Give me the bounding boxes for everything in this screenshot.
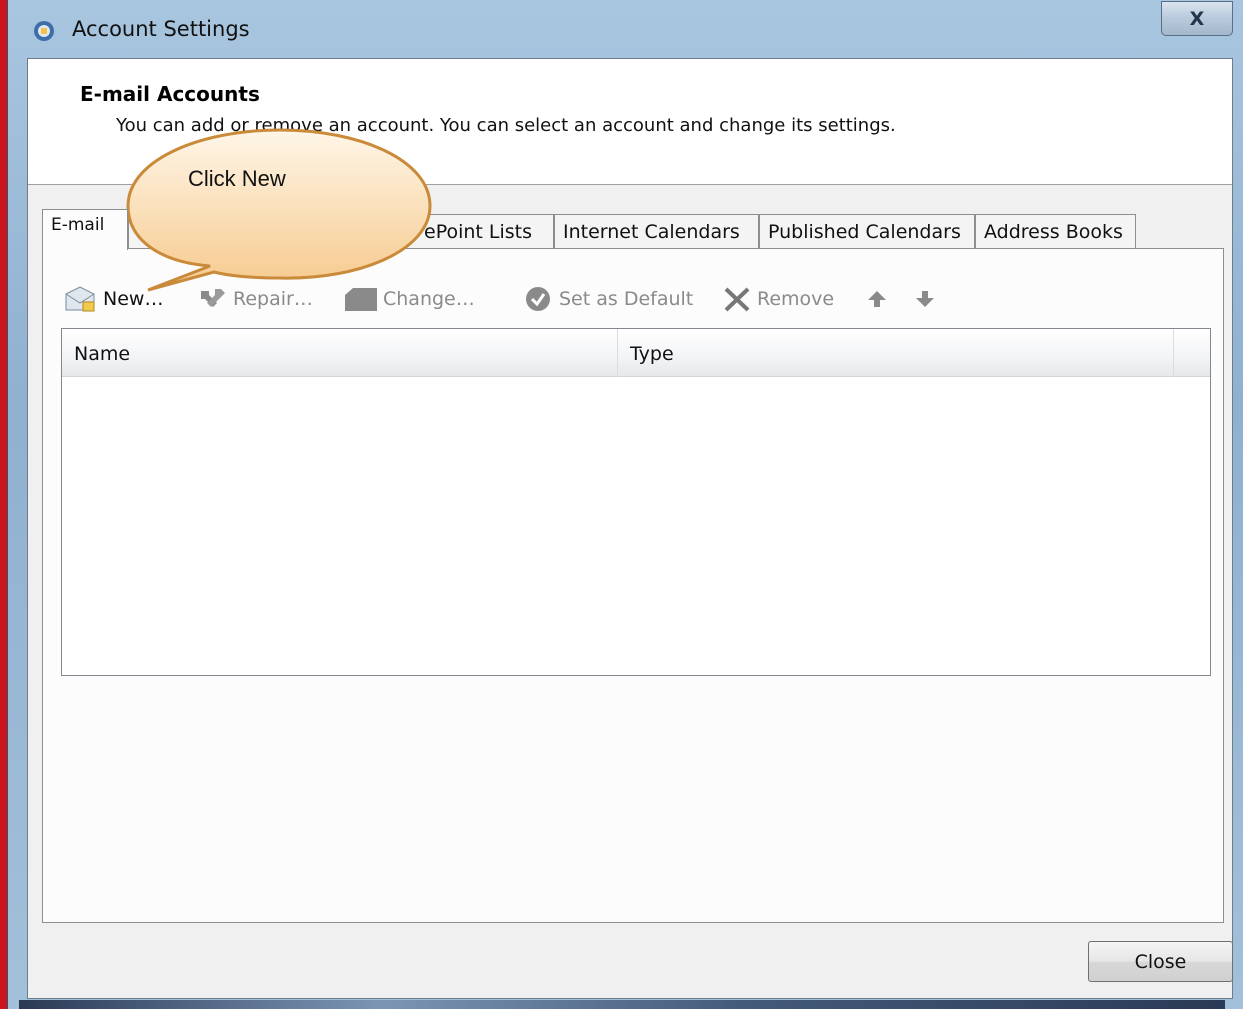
new-button[interactable]: New… (63, 279, 163, 319)
account-toolbar: New… Repair… Change… Set as Default Remo… (63, 279, 1063, 319)
repair-button[interactable]: Repair… (197, 279, 313, 319)
envelope-icon (65, 286, 95, 312)
column-header-type[interactable]: Type (618, 329, 1174, 377)
email-tab-panel: New… Repair… Change… Set as Default Remo… (42, 248, 1224, 923)
change-button-label: Change… (383, 288, 475, 310)
column-header-name[interactable]: Name (62, 329, 618, 377)
callout-text: Click New (188, 166, 286, 191)
close-button[interactable]: Close (1088, 941, 1233, 982)
tab-sharepoint-lists[interactable]: ePoint Lists (383, 214, 554, 249)
tools-icon (201, 289, 225, 307)
dialog-client: E-mail Accounts You can add or remove an… (27, 58, 1233, 999)
set-as-default-label: Set as Default (559, 288, 694, 310)
tab-internet-calendars[interactable]: Internet Calendars (554, 214, 759, 249)
move-up-button[interactable] (865, 279, 893, 319)
tab-data-files[interactable] (128, 214, 263, 249)
tab-email[interactable]: E-mail (42, 209, 128, 250)
taskbar-edge (19, 1000, 1225, 1009)
close-icon: X (1189, 7, 1205, 30)
outlook-app-icon (34, 21, 54, 41)
list-header: Name Type (62, 329, 1210, 377)
remove-button-label: Remove (757, 288, 835, 310)
tab-rss-feeds[interactable] (263, 214, 383, 249)
x-icon (724, 287, 750, 312)
change-button[interactable]: Change… (343, 279, 475, 319)
move-down-button[interactable] (913, 279, 941, 319)
title-bar[interactable]: Account Settings X (8, 0, 1243, 58)
arrow-down-icon (916, 291, 934, 307)
window-close-button[interactable]: X (1161, 1, 1233, 36)
window-title: Account Settings (72, 17, 250, 41)
repair-button-label: Repair… (233, 288, 313, 310)
card-icon (345, 288, 377, 311)
remove-button[interactable]: Remove (721, 279, 834, 319)
section-title: E-mail Accounts (80, 82, 260, 106)
window-frame: Account Settings X E-mail Accounts You c… (7, 0, 1243, 1009)
arrow-up-icon (868, 291, 886, 307)
set-as-default-button[interactable]: Set as Default (523, 279, 693, 319)
accounts-list[interactable]: Name Type (61, 328, 1211, 676)
tab-address-books[interactable]: Address Books (975, 214, 1136, 249)
tab-published-calendars[interactable]: Published Calendars (759, 214, 975, 249)
section-description: You can add or remove an account. You ca… (116, 115, 896, 136)
check-circle-icon (526, 287, 550, 311)
new-button-label: New… (103, 288, 164, 310)
